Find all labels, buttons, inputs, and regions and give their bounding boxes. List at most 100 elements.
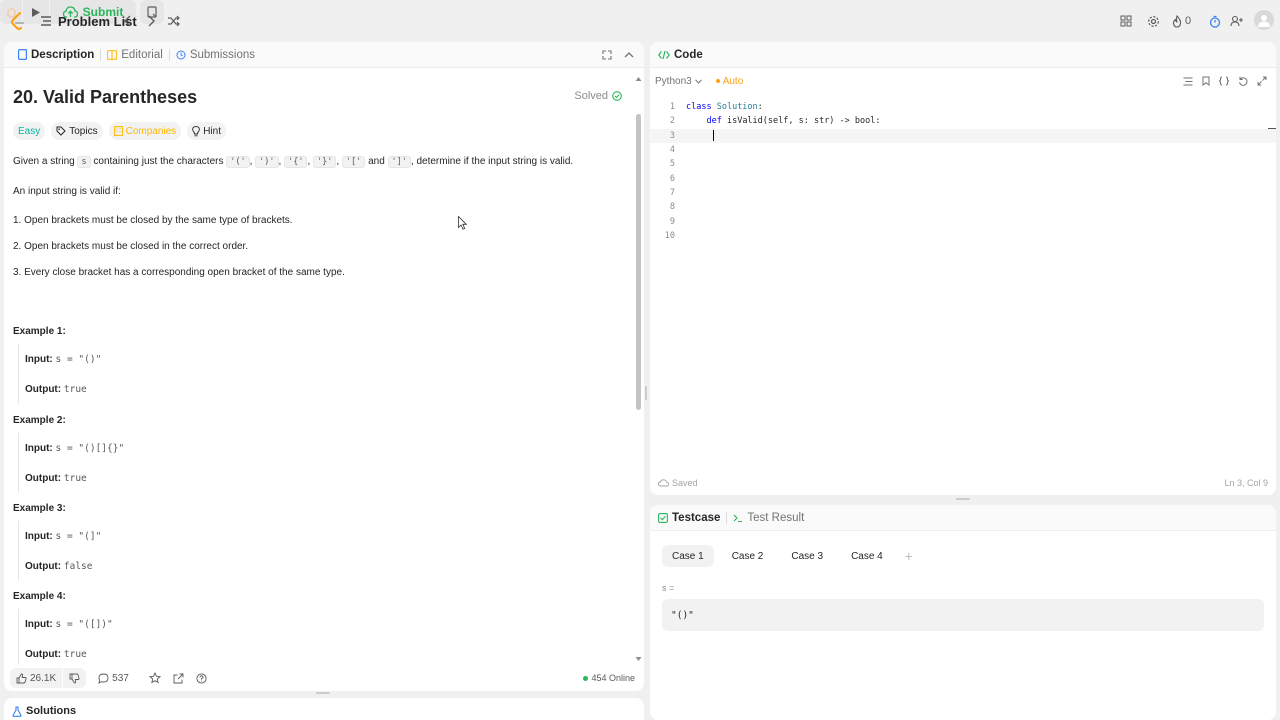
timer-icon[interactable]: [1205, 11, 1225, 31]
star-icon: [148, 672, 161, 684]
minimap-marker: [1268, 128, 1276, 129]
case-tab[interactable]: Case 1: [662, 545, 714, 567]
code-line[interactable]: 7: [650, 186, 1276, 200]
maximize-button[interactable]: [596, 42, 618, 68]
help-button[interactable]: [190, 672, 213, 684]
indent-token: [686, 116, 706, 126]
dislike-button[interactable]: [63, 668, 87, 688]
input-label: Input:: [25, 531, 53, 542]
chevron-right-icon[interactable]: [141, 11, 161, 31]
inline-code: '{': [284, 156, 308, 168]
line-number: 5: [669, 159, 675, 170]
code-line-current[interactable]: 3: [650, 128, 1276, 143]
layout-grid-icon[interactable]: [1116, 11, 1136, 31]
hint-label: Hint: [203, 125, 221, 137]
collapse-button[interactable]: [618, 42, 640, 68]
tab-editorial[interactable]: Editorial: [101, 42, 169, 68]
code-line[interactable]: 6: [650, 171, 1276, 185]
tab-testcase[interactable]: Testcase: [658, 505, 726, 531]
auto-mode-toggle[interactable]: Auto: [715, 75, 744, 87]
code-line[interactable]: 4: [650, 143, 1276, 157]
code-text: class Solution:: [675, 102, 763, 112]
lightbulb-icon: [192, 125, 201, 136]
input-var-label: s =: [662, 583, 675, 593]
online-count: 454 Online: [583, 673, 635, 683]
add-case-plus-icon[interactable]: +: [901, 545, 917, 567]
input-label: Input:: [25, 443, 53, 454]
code-line[interactable]: 2 def isValid(self, s: str) -> bool:: [650, 114, 1276, 128]
online-dot-icon: [583, 675, 589, 681]
solved-status: Solved: [574, 90, 622, 102]
code-line[interactable]: 9: [650, 214, 1276, 228]
scroll-down-arrow-icon[interactable]: [635, 650, 642, 661]
topics-tag[interactable]: Topics: [51, 122, 103, 140]
document-icon: [18, 49, 27, 60]
resize-handle-horizontal[interactable]: [316, 692, 330, 694]
flask-icon: [12, 705, 22, 717]
tab-submissions[interactable]: Submissions: [170, 42, 261, 68]
comments-button[interactable]: 537: [92, 673, 135, 684]
case-tab[interactable]: Case 3: [781, 545, 833, 567]
tag-icon: [56, 126, 66, 136]
leetcode-logo-icon[interactable]: [9, 11, 27, 31]
reset-icon[interactable]: [1238, 76, 1248, 86]
expand-icon[interactable]: [1257, 76, 1267, 86]
difficulty-badge[interactable]: Easy: [13, 122, 46, 140]
history-icon: [176, 50, 186, 59]
testcase-input[interactable]: "()": [662, 599, 1264, 631]
code-line[interactable]: 10: [650, 229, 1276, 243]
auto-label: Auto: [722, 75, 744, 87]
code-line[interactable]: 5: [650, 157, 1276, 171]
output-value: true: [63, 649, 87, 660]
user-avatar[interactable]: [1254, 10, 1274, 30]
solutions-header[interactable]: Solutions: [4, 698, 644, 720]
solutions-panel[interactable]: Solutions: [4, 698, 644, 720]
cursor-position: Ln 3, Col 9: [1224, 478, 1268, 488]
example-output: Output: false: [25, 561, 92, 572]
tab-code[interactable]: Code: [658, 42, 709, 68]
hint-tag[interactable]: Hint: [187, 122, 226, 140]
language-select[interactable]: Python3: [655, 76, 702, 87]
output-value: true: [63, 473, 87, 484]
format-lines-icon[interactable]: [1183, 77, 1193, 86]
resize-handle-editor[interactable]: [956, 498, 970, 500]
chevron-left-icon[interactable]: [118, 11, 138, 31]
inline-code: ']': [387, 156, 411, 168]
share-button[interactable]: [167, 673, 190, 684]
case-tab[interactable]: Case 2: [722, 545, 774, 567]
input-value: s = "()": [55, 354, 102, 365]
scroll-up-arrow-icon[interactable]: [635, 70, 642, 81]
example-bar: [18, 521, 19, 581]
line-number: 1: [669, 102, 675, 113]
settings-gear-icon[interactable]: [1143, 11, 1163, 31]
cloud-icon: [658, 479, 669, 487]
code-editor[interactable]: 1 class Solution: 2 def isValid(self, s:…: [650, 100, 1276, 243]
example-input: Input: s = "([])": [25, 619, 113, 630]
output-label: Output:: [25, 384, 62, 395]
resize-handle-vertical[interactable]: [645, 386, 647, 400]
description-footer: 26.1K 537 454 Online: [4, 665, 644, 691]
case-tab[interactable]: Case 4: [841, 545, 893, 567]
example-output: Output: true: [25, 473, 87, 484]
code-line[interactable]: 1 class Solution:: [650, 100, 1276, 114]
code-text: [675, 130, 714, 142]
valid-if-text: An input string is valid if:: [13, 186, 121, 197]
solutions-label: Solutions: [26, 705, 77, 717]
companies-tag[interactable]: Companies: [108, 122, 182, 140]
line-number: 4: [669, 145, 675, 156]
code-line[interactable]: 8: [650, 200, 1276, 214]
favorite-button[interactable]: [143, 672, 167, 684]
example-bar: [18, 433, 19, 493]
companies-label: Companies: [125, 125, 177, 137]
thumbs-down-icon: [69, 673, 80, 683]
tab-test-result[interactable]: Test Result: [727, 505, 810, 531]
add-user-icon[interactable]: [1227, 11, 1247, 31]
shuffle-icon[interactable]: [163, 11, 183, 31]
description-scrollbar[interactable]: [636, 114, 641, 410]
bookmark-icon[interactable]: [1202, 76, 1210, 86]
like-button[interactable]: 26.1K: [10, 668, 63, 688]
streak-counter[interactable]: 0: [1172, 11, 1191, 31]
testcase-panel: Testcase Test Result Case 1 Case 2 Case …: [650, 505, 1276, 720]
tab-description[interactable]: Description: [12, 42, 100, 68]
braces-icon[interactable]: [1219, 76, 1229, 86]
